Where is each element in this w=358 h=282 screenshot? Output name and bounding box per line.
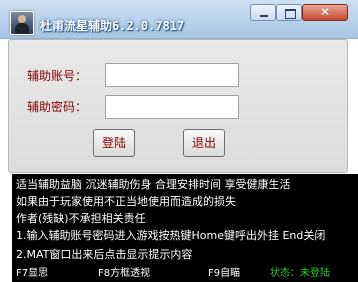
account-label: 辅助账号： bbox=[27, 69, 88, 83]
title-bar[interactable]: 杜甫流星辅助6.2.0.7817 ✕ bbox=[0, 0, 358, 39]
avatar-body bbox=[15, 23, 29, 34]
maximize-button[interactable] bbox=[276, 4, 302, 21]
info-panel: 适当辅助益脑 沉迷辅助伤身 合理安排时间 享受健康生活 如果由于玩家使用不正当地… bbox=[12, 174, 358, 282]
avatar-icon bbox=[10, 11, 34, 35]
maximize-icon bbox=[285, 9, 296, 19]
info-line: 作者(残缺)不承担相关责任 bbox=[16, 212, 146, 225]
info-line: 如果由于玩家使用不正当地使用而造成的损失 bbox=[16, 195, 236, 208]
info-line: 1.输入辅助账号密码进入游戏按热键Home键呼出外挂 End关闭 bbox=[16, 229, 326, 242]
hotkey-f9-label: F9自瞄 bbox=[208, 268, 241, 279]
info-line: 2.MAT窗口出来后点击显示提示内容 bbox=[16, 248, 193, 261]
minimize-icon bbox=[260, 15, 268, 17]
avatar-head bbox=[18, 15, 26, 23]
account-input[interactable] bbox=[105, 63, 239, 87]
window-title: 杜甫流星辅助6.2.0.7817 bbox=[40, 19, 185, 33]
login-panel: 辅助账号： 辅助密码： 登陆 退出 bbox=[8, 39, 348, 173]
close-button[interactable]: ✕ bbox=[302, 4, 348, 21]
minimize-button[interactable] bbox=[250, 4, 276, 21]
password-input[interactable] bbox=[105, 95, 239, 119]
login-button[interactable]: 登陆 bbox=[93, 129, 135, 157]
password-label: 辅助密码： bbox=[27, 100, 88, 114]
login-status: 状态：未登陆 bbox=[270, 268, 330, 279]
info-line: 适当辅助益脑 沉迷辅助伤身 合理安排时间 享受健康生活 bbox=[16, 178, 291, 191]
close-icon: ✕ bbox=[319, 5, 331, 19]
hotkey-f8-label: F8方框透视 bbox=[98, 268, 151, 279]
hotkey-f7-label: F7显思 bbox=[16, 268, 49, 279]
app-window: 杜甫流星辅助6.2.0.7817 ✕ 辅助账号： 辅助密码： 登陆 退出 适当辅… bbox=[0, 0, 358, 282]
exit-button[interactable]: 退出 bbox=[183, 129, 225, 157]
